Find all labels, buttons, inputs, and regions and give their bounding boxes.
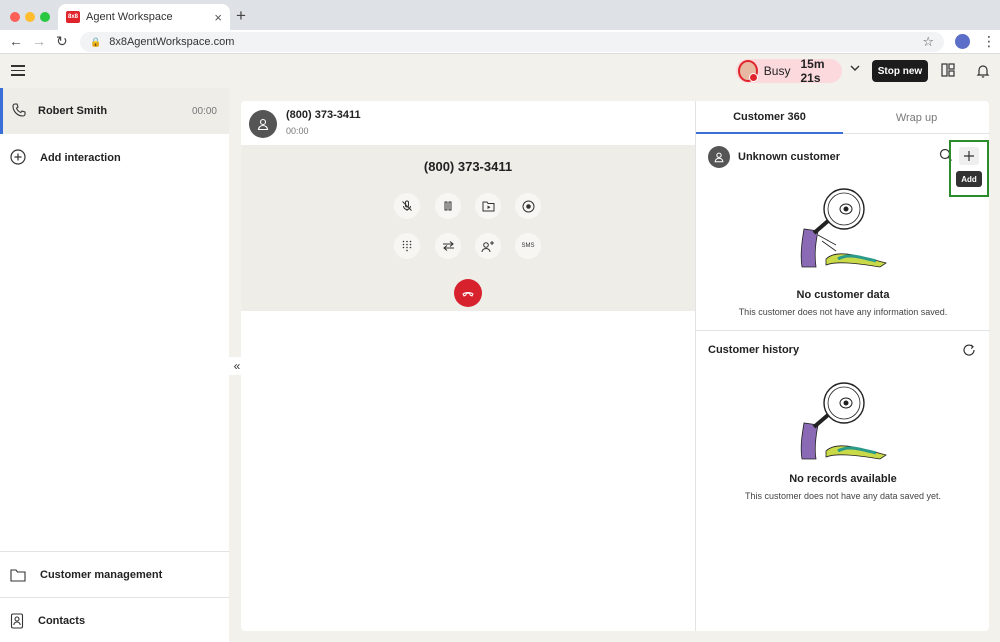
call-panel: (800) 373-3411 00:00 (800) 373-3411 SMS xyxy=(241,101,695,631)
no-customer-data-desc: This customer does not have any informat… xyxy=(738,307,948,317)
hold-button[interactable] xyxy=(435,193,461,219)
url-text: 8x8AgentWorkspace.com xyxy=(109,36,235,48)
bookmark-star-icon[interactable]: ☆ xyxy=(922,34,934,50)
no-records-title: No records available xyxy=(789,473,897,485)
sidebar-item-contacts[interactable]: Contacts xyxy=(0,597,229,642)
sidebar-item-label: Customer management xyxy=(40,568,163,581)
new-tab-icon[interactable]: + xyxy=(236,6,246,26)
add-interaction-button[interactable]: Add interaction xyxy=(0,146,229,170)
plus-icon xyxy=(964,151,974,161)
dialpad-button[interactable] xyxy=(394,233,420,259)
sidebar-item-customer-management[interactable]: Customer management xyxy=(0,551,229,597)
add-tooltip: Add xyxy=(956,171,982,187)
sidebar-item-label: Contacts xyxy=(38,614,86,627)
customer-name: Unknown customer xyxy=(738,151,841,163)
call-header: (800) 373-3411 00:00 xyxy=(241,101,695,145)
media-folder-button[interactable] xyxy=(475,193,501,219)
caller-avatar xyxy=(249,110,277,138)
back-icon[interactable]: ← xyxy=(9,33,23,49)
sms-button[interactable]: SMS xyxy=(515,233,541,259)
refresh-icon[interactable] xyxy=(962,343,976,360)
status-timer: 15m 21s xyxy=(800,57,825,85)
address-bar: ← → ↻ 🔒 8x8AgentWorkspace.com ☆ ⋮ xyxy=(0,30,1000,54)
reload-icon[interactable]: ↻ xyxy=(56,33,68,50)
folder-icon xyxy=(10,568,26,582)
record-icon xyxy=(522,200,534,212)
window-maximize-button[interactable] xyxy=(40,12,50,22)
tab-title: Agent Workspace xyxy=(86,11,173,23)
lock-icon: 🔒 xyxy=(90,36,102,47)
call-duration: 00:00 xyxy=(286,126,309,136)
plus-circle-icon xyxy=(10,148,26,168)
window-minimize-button[interactable] xyxy=(25,12,35,22)
no-records-desc: This customer does not have any data sav… xyxy=(744,491,942,501)
caller-number: (800) 373-3411 xyxy=(286,109,361,121)
add-customer-button[interactable] xyxy=(959,147,979,165)
voicemail-icon xyxy=(482,201,494,212)
no-customer-data-title: No customer data xyxy=(796,289,890,301)
call-controls: (800) 373-3411 SMS xyxy=(241,145,695,311)
bell-icon[interactable] xyxy=(976,64,990,81)
hangup-button[interactable] xyxy=(454,279,482,307)
mute-icon xyxy=(402,200,412,211)
browser-tab[interactable]: 8x8 Agent Workspace × xyxy=(58,4,230,30)
chevron-down-icon[interactable] xyxy=(849,61,861,77)
status-label: Busy xyxy=(763,64,791,78)
customer-panel: Customer 360 Wrap up Unknown customer Ad… xyxy=(695,101,990,631)
customer-identity: Unknown customer xyxy=(708,146,840,168)
add-participant-button[interactable] xyxy=(475,233,501,259)
sms-icon: SMS xyxy=(521,243,535,249)
mute-button[interactable] xyxy=(394,193,420,219)
section-divider xyxy=(696,330,990,331)
add-interaction-label: Add interaction xyxy=(40,152,121,164)
hangup-icon xyxy=(462,292,474,297)
app-header: Busy 15m 21s Stop new xyxy=(0,54,1000,88)
record-button[interactable] xyxy=(515,193,541,219)
dialpad-icon xyxy=(402,240,412,252)
profile-avatar[interactable] xyxy=(955,34,970,49)
interactions-sidebar: Robert Smith 00:00 Add interaction Custo… xyxy=(0,88,229,642)
magnifier-illustration-icon xyxy=(800,188,887,268)
forward-icon[interactable]: → xyxy=(32,33,46,49)
url-field[interactable]: 🔒 8x8AgentWorkspace.com ☆ xyxy=(80,32,944,52)
agent-avatar xyxy=(738,60,758,82)
layout-icon[interactable] xyxy=(941,63,955,80)
tab-customer-360[interactable]: Customer 360 xyxy=(696,101,843,134)
customer-avatar xyxy=(708,146,730,168)
magnifier-illustration-icon xyxy=(800,382,887,460)
phone-icon xyxy=(12,102,26,120)
interaction-name: Robert Smith xyxy=(38,105,108,117)
interaction-item-active[interactable]: Robert Smith 00:00 xyxy=(0,88,229,134)
customer-tabs: Customer 360 Wrap up xyxy=(696,101,990,134)
transfer-button[interactable] xyxy=(435,233,461,259)
favicon-icon: 8x8 xyxy=(66,11,80,23)
browser-menu-icon[interactable]: ⋮ xyxy=(982,33,996,50)
add-customer-highlight: Add xyxy=(949,140,989,197)
window-close-button[interactable] xyxy=(10,12,20,22)
browser-tab-bar: 8x8 Agent Workspace × + xyxy=(0,0,1000,30)
hamburger-menu-icon[interactable] xyxy=(11,65,25,79)
dialed-number: (800) 373-3411 xyxy=(423,159,513,174)
stop-new-button[interactable]: Stop new xyxy=(872,60,928,82)
tab-wrap-up[interactable]: Wrap up xyxy=(843,101,990,134)
tab-close-icon[interactable]: × xyxy=(214,10,222,25)
contacts-icon xyxy=(10,612,24,629)
add-participant-icon xyxy=(481,240,494,252)
hold-icon xyxy=(444,201,452,211)
agent-status-pill[interactable]: Busy 15m 21s xyxy=(736,57,842,85)
interaction-time: 00:00 xyxy=(191,105,217,117)
customer-history-title: Customer history xyxy=(708,344,800,356)
transfer-icon xyxy=(442,241,454,251)
